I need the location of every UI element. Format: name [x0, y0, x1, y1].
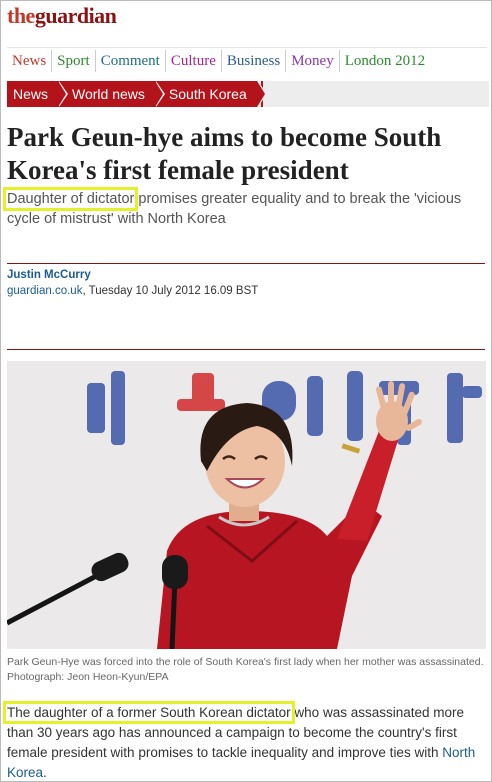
article-photo — [7, 361, 486, 649]
article-headline: Park Geun-hye aims to become South Korea… — [7, 122, 442, 185]
nav-london-2012[interactable]: London 2012 — [340, 50, 430, 72]
body-end: . — [43, 765, 47, 780]
nav-culture[interactable]: Culture — [166, 49, 222, 72]
section-nav: News Sport Comment Culture Business Mone… — [7, 47, 487, 73]
photo-caption: Park Geun-Hye was forced into the role o… — [7, 656, 484, 683]
nav-comment[interactable]: Comment — [96, 49, 166, 72]
logo-guardian: guardian — [34, 3, 117, 28]
dateline: , Tuesday 10 July 2012 16.09 BST — [82, 285, 259, 297]
nav-sport[interactable]: Sport — [52, 49, 96, 72]
breadcrumb-news[interactable]: News — [7, 81, 69, 107]
article-body: The daughter of a former South Korean di… — [3, 701, 485, 782]
logo-the: the — [7, 3, 35, 28]
nav-money[interactable]: Money — [286, 49, 340, 72]
nav-business[interactable]: Business — [222, 49, 287, 72]
standfirst-highlight: Daughter of dictator — [2, 187, 139, 211]
divider — [7, 263, 485, 264]
breadcrumb-world-news[interactable]: World news — [58, 81, 165, 107]
author-link[interactable]: Justin McCurry — [7, 269, 91, 281]
divider — [7, 349, 485, 350]
body-highlight: The daughter of a former South Korean di… — [3, 701, 295, 724]
guardian-logo[interactable]: theguardian — [7, 3, 117, 29]
breadcrumb: News World news South Korea — [7, 81, 489, 107]
site-link[interactable]: guardian.co.uk — [7, 285, 82, 297]
article-meta: guardian.co.uk, Tuesday 10 July 2012 16.… — [7, 285, 258, 297]
breadcrumb-south-korea[interactable]: South Korea — [154, 81, 267, 107]
nav-news[interactable]: News — [7, 49, 53, 72]
article-standfirst: Daughter of dictator promises greater eq… — [2, 187, 485, 229]
photo-illustration — [7, 361, 486, 649]
